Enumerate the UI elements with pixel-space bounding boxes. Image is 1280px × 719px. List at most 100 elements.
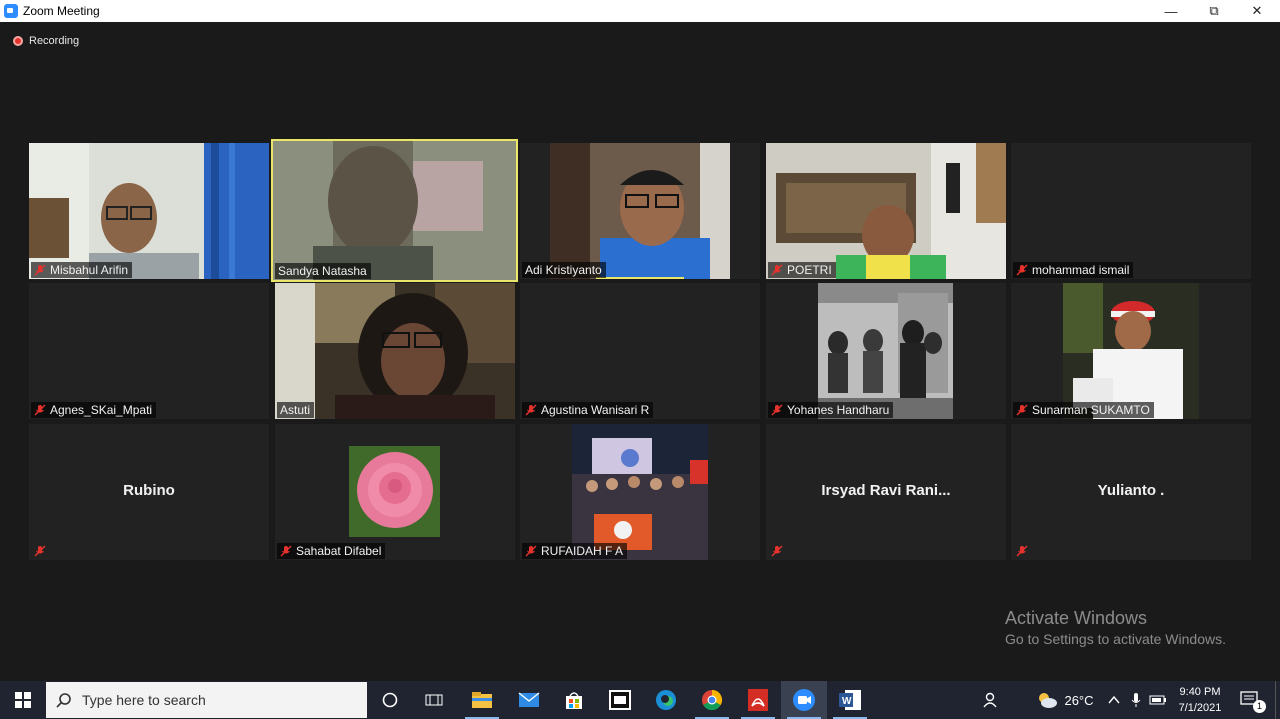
participant-name-bar: Adi Kristiyanto <box>522 262 606 278</box>
video-tile-sandya[interactable]: Sandya Natasha <box>271 139 518 282</box>
show-hidden-icons-button[interactable] <box>1104 681 1124 719</box>
muted-mic-icon <box>771 264 783 276</box>
people-button[interactable] <box>975 681 1007 719</box>
word-button[interactable]: W <box>827 681 873 719</box>
search-placeholder: Type here to search <box>82 692 206 708</box>
participant-name-bar: Sunarman SUKAMTO <box>1013 402 1154 418</box>
participant-video <box>766 143 1006 279</box>
video-tile-sahabat[interactable]: Sahabat Difabel <box>275 424 515 560</box>
zoom-button[interactable] <box>781 681 827 719</box>
participant-name: Irsyad Ravi Rani... <box>821 482 951 499</box>
7zip-icon <box>609 690 631 710</box>
video-tile-poetri[interactable]: POETRI <box>766 143 1006 279</box>
participant-name-bar: Yohanes Handharu <box>768 402 894 418</box>
video-tile-astuti[interactable]: Astuti <box>275 283 515 419</box>
participant-video <box>818 283 953 419</box>
video-tile-irsyad[interactable]: Irsyad Ravi Rani... <box>766 424 1006 560</box>
muted-mic-icon <box>1016 264 1028 276</box>
acrobat-button[interactable] <box>735 681 781 719</box>
participant-name: Misbahul Arifin <box>50 263 129 277</box>
store-button[interactable] <box>551 681 597 719</box>
notification-center-button[interactable]: 1 <box>1234 681 1268 719</box>
video-tile-misbahul[interactable]: Misbahul Arifin <box>29 143 269 279</box>
participant-name: Adi Kristiyanto <box>525 263 602 277</box>
mail-icon <box>518 692 540 707</box>
participant-name-bar: Agnes_SKai_Mpati <box>31 402 157 418</box>
svg-text:W: W <box>842 696 852 707</box>
participant-video <box>275 283 515 419</box>
taskbar-search-input[interactable]: Type here to search <box>46 682 367 718</box>
edge-button[interactable] <box>643 681 689 719</box>
word-icon: W <box>839 690 861 710</box>
show-desktop-button[interactable] <box>1275 681 1280 719</box>
participant-name-bar: Astuti <box>277 402 315 418</box>
microphone-icon <box>1131 693 1141 707</box>
store-icon <box>566 692 582 709</box>
zoom-icon <box>793 689 815 711</box>
video-tile-adi[interactable]: Adi Kristiyanto <box>520 143 760 279</box>
muted-mic-icon <box>1016 404 1028 416</box>
taskbar-clock[interactable]: 9:40 PM 7/1/2021 <box>1170 684 1230 716</box>
task-view-button[interactable] <box>413 681 455 719</box>
muted-mic-icon <box>34 404 46 416</box>
title-bar: Zoom Meeting — ⧉ ✕ <box>0 0 1280 22</box>
video-tile-agnes[interactable]: Agnes_SKai_Mpati <box>29 283 269 419</box>
muted-mic-icon <box>1016 545 1028 557</box>
mail-button[interactable] <box>506 681 552 719</box>
microphone-tray-button[interactable] <box>1126 681 1146 719</box>
participant-name-bar: Agustina Wanisari R <box>522 402 654 418</box>
participant-name: Agustina Wanisari R <box>541 403 650 417</box>
file-explorer-icon <box>472 692 492 708</box>
taskbar: Type here to search W 26°C 9:40 PM 7/1/2… <box>0 681 1280 719</box>
windows-logo-icon <box>15 692 31 708</box>
partly-cloudy-icon <box>1039 693 1058 708</box>
recording-icon <box>13 36 23 46</box>
chevron-up-icon <box>1108 695 1120 704</box>
participant-name-bar: Misbahul Arifin <box>31 262 133 278</box>
participant-name-bar <box>768 543 787 559</box>
cortana-icon <box>382 692 398 708</box>
participant-video <box>29 143 269 279</box>
minimize-button[interactable]: — <box>1150 0 1192 22</box>
muted-mic-icon <box>771 404 783 416</box>
muted-mic-icon <box>525 404 537 416</box>
video-tile-yohanes[interactable]: Yohanes Handharu <box>766 283 1006 419</box>
chrome-icon <box>702 689 723 711</box>
participant-name-bar: Sahabat Difabel <box>277 543 386 559</box>
muted-mic-icon <box>34 264 46 276</box>
participant-name: RUFAIDAH F A <box>541 544 624 558</box>
chrome-button[interactable] <box>689 681 735 719</box>
notification-badge: 1 <box>1253 700 1266 713</box>
recording-label: Recording <box>29 35 80 47</box>
watermark-title: Activate Windows <box>1005 608 1148 628</box>
clock-date: 7/1/2021 <box>1178 702 1222 714</box>
video-tile-sunarman[interactable]: Sunarman SUKAMTO <box>1011 283 1251 419</box>
battery-icon <box>1149 695 1166 705</box>
participant-name: Yulianto . <box>1097 482 1165 499</box>
video-tile-mohammad[interactable]: mohammad ismail <box>1011 143 1251 279</box>
muted-mic-icon <box>525 545 537 557</box>
activate-windows-watermark: Activate Windows Go to Settings to activ… <box>1005 608 1226 647</box>
participant-name: Yohanes Handharu <box>787 403 890 417</box>
participant-name: Rubino <box>123 482 175 499</box>
start-button[interactable] <box>0 681 46 719</box>
profile-picture <box>349 446 440 537</box>
participant-name-bar: mohammad ismail <box>1013 262 1134 278</box>
participant-video <box>273 141 516 280</box>
weather-widget[interactable]: 26°C <box>1032 681 1098 719</box>
video-tile-yulianto[interactable]: Yulianto . <box>1011 424 1251 560</box>
video-tile-rufaidah[interactable]: RUFAIDAH F A <box>520 424 760 560</box>
close-button[interactable]: ✕ <box>1236 0 1278 22</box>
video-tile-rubino[interactable]: Rubino <box>29 424 269 560</box>
battery-tray-button[interactable] <box>1148 681 1168 719</box>
participant-name: Astuti <box>280 403 311 417</box>
cortana-button[interactable] <box>369 681 411 719</box>
file-explorer-button[interactable] <box>459 681 505 719</box>
video-tile-agustina[interactable]: Agustina Wanisari R <box>520 283 760 419</box>
7zip-button[interactable] <box>597 681 643 719</box>
recording-indicator[interactable]: Recording <box>13 34 79 48</box>
participant-video <box>550 143 730 279</box>
participant-name: Sunarman SUKAMTO <box>1032 403 1150 417</box>
restore-button[interactable]: ⧉ <box>1193 0 1235 22</box>
weather-temperature: 26°C <box>1064 692 1094 708</box>
